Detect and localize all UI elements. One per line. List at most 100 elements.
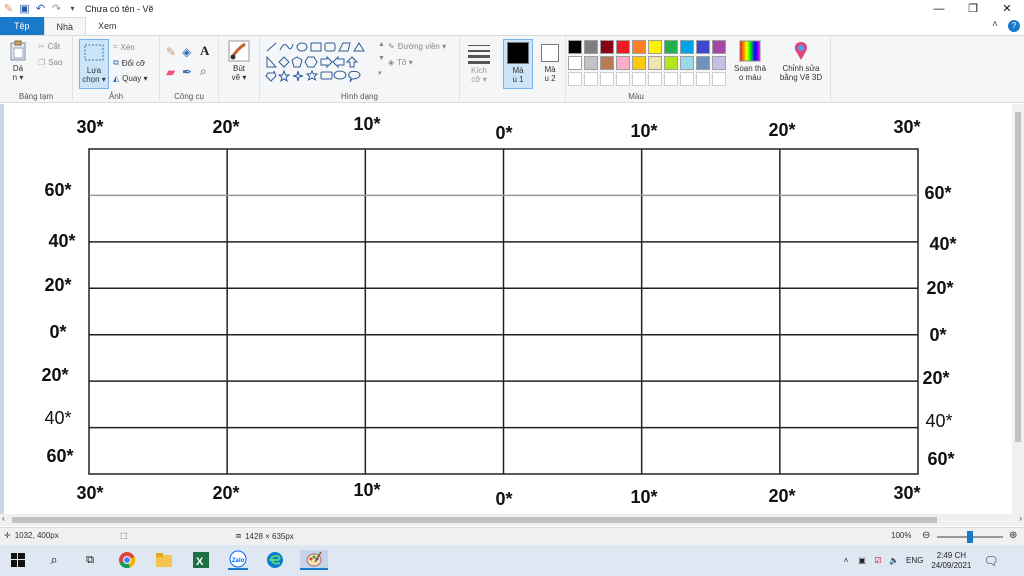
help-icon[interactable]: ? (1008, 20, 1020, 32)
paste-button[interactable]: Dá n ▾ (7, 40, 29, 82)
undo-icon[interactable]: ↶ (34, 3, 47, 15)
excel-icon[interactable]: X (191, 550, 211, 570)
palette-empty-swatch[interactable] (712, 72, 726, 86)
palette-color-swatch[interactable] (584, 40, 598, 54)
palette-empty-swatch[interactable] (696, 72, 710, 86)
select-button[interactable]: Lựa chọn ▾ (79, 39, 109, 89)
palette-empty-swatch[interactable] (632, 72, 646, 86)
maximize-button[interactable]: ❐ (956, 0, 990, 17)
shapes-scroll-up-icon[interactable]: ▲ (378, 41, 385, 48)
color2-swatch (541, 44, 559, 62)
color1-button[interactable]: Mà u 1 (503, 39, 533, 89)
size-button[interactable]: Kích cỡ ▾ (464, 42, 494, 84)
palette-empty-swatch[interactable] (568, 72, 582, 86)
close-button[interactable]: ✕ (990, 0, 1024, 17)
palette-color-swatch[interactable] (616, 56, 630, 70)
magnifier-icon[interactable]: ⌕ (200, 64, 207, 79)
shapes-gallery-icon[interactable] (264, 41, 376, 85)
copy-button[interactable]: ❐ Sao (38, 58, 62, 67)
pencil-icon[interactable]: ✎ (166, 45, 176, 59)
palette-color-swatch[interactable] (664, 56, 678, 70)
palette-empty-swatch[interactable] (680, 72, 694, 86)
palette-color-swatch[interactable] (680, 56, 694, 70)
clock[interactable]: 2:49 CH 24/09/2021 (931, 551, 971, 571)
scissors-icon: ✂ (38, 42, 45, 51)
shapes-scroll-down-icon[interactable]: ▼ (378, 55, 385, 62)
palette-empty-swatch[interactable] (648, 72, 662, 86)
edit-colors-button[interactable]: Soạn thả o màu (730, 40, 770, 82)
task-view-icon[interactable]: ⧉ (80, 550, 100, 570)
scroll-right-icon[interactable]: › (1019, 514, 1022, 523)
rotate-button[interactable]: ◭ Quay ▾ (113, 74, 148, 83)
palette-color-swatch[interactable] (696, 56, 710, 70)
palette-color-swatch[interactable] (648, 40, 662, 54)
chrome-icon[interactable] (117, 550, 137, 570)
redo-icon[interactable]: ↷ (50, 3, 63, 15)
network-icon[interactable]: ▣ (854, 556, 870, 565)
outline-button[interactable]: ✎ Đường viền ▾ (388, 42, 446, 51)
fill-bucket-icon[interactable]: ◈ (182, 45, 191, 59)
palette-empty-swatch[interactable] (664, 72, 678, 86)
palette-empty-swatch[interactable] (584, 72, 598, 86)
zoom-out-icon[interactable]: ⊖ (922, 530, 930, 541)
tab-home[interactable]: Nhà (43, 17, 87, 35)
show-hidden-icons-icon[interactable]: ˄ (838, 556, 854, 565)
collapse-ribbon-icon[interactable]: ˄ (992, 19, 998, 30)
palette-color-swatch[interactable] (712, 56, 726, 70)
antivirus-icon[interactable]: ☑ (870, 556, 886, 565)
palette-color-swatch[interactable] (568, 40, 582, 54)
palette-color-swatch[interactable] (632, 56, 646, 70)
palette-color-swatch[interactable] (648, 56, 662, 70)
zoom-slider[interactable] (937, 531, 1003, 543)
start-icon[interactable] (8, 550, 28, 570)
brushes-button[interactable]: Bút vẽ ▾ (225, 40, 253, 82)
tab-file[interactable]: Tệp (0, 17, 44, 35)
fill-button[interactable]: ◈ Tô ▾ (388, 58, 413, 67)
volume-icon[interactable]: 🔈 (886, 556, 902, 565)
vertical-scroll-thumb[interactable] (1015, 112, 1021, 442)
zoom-slider-thumb[interactable] (967, 531, 973, 543)
palette-color-swatch[interactable] (584, 56, 598, 70)
zoom-in-icon[interactable]: ⊕ (1009, 530, 1017, 541)
color-wheel-icon (739, 40, 761, 62)
horizontal-scrollbar[interactable]: ‹ › (0, 514, 1024, 526)
palette-color-swatch[interactable] (632, 40, 646, 54)
notifications-icon[interactable]: 🗨 (983, 554, 998, 568)
palette-color-swatch[interactable] (600, 56, 614, 70)
save-icon[interactable]: ▣ (18, 3, 31, 15)
palette-color-swatch[interactable] (616, 40, 630, 54)
edge-icon[interactable] (265, 550, 285, 570)
palette-color-swatch[interactable] (600, 40, 614, 54)
edit-paint3d-button[interactable]: Chỉnh sửa bằng Vẽ 3D (776, 40, 826, 82)
text-tool-icon[interactable]: A (200, 43, 209, 59)
paint-taskbar-icon[interactable] (300, 550, 328, 570)
vertical-scrollbar[interactable] (1012, 104, 1024, 514)
palette-color-swatch[interactable] (664, 40, 678, 54)
crop-button[interactable]: ⌗ Xén (113, 42, 135, 52)
resize-button[interactable]: ⧉ Đổi cỡ (113, 58, 145, 68)
input-language[interactable]: ENG (906, 556, 923, 565)
shapes-expand-icon[interactable]: ▾ (378, 69, 382, 77)
workspace: 30* 20* 10* 0* 10* 20* 30* 30* 20* 10* 0* 10* 20* 30*… (0, 104, 1012, 514)
drawing-canvas[interactable]: 30* 20* 10* 0* 10* 20* 30* 30* 20* 10* 0* 10* 20* 30*… (4, 104, 1012, 514)
eraser-icon[interactable]: ▰ (166, 65, 175, 79)
palette-color-swatch[interactable] (712, 40, 726, 54)
customize-qa-icon[interactable]: ▾ (66, 3, 79, 15)
minimize-button[interactable]: — (922, 0, 956, 17)
scroll-left-icon[interactable]: ‹ (2, 514, 5, 523)
palette-color-swatch[interactable] (680, 40, 694, 54)
edit-colors-label-2: o màu (738, 73, 762, 82)
palette-empty-swatch[interactable] (600, 72, 614, 86)
palette-color-swatch[interactable] (568, 56, 582, 70)
search-icon[interactable]: ⌕ (44, 550, 64, 570)
right-latitude-label: 40* (929, 234, 956, 254)
palette-empty-swatch[interactable] (616, 72, 630, 86)
file-explorer-icon[interactable] (154, 550, 174, 570)
palette-color-swatch[interactable] (696, 40, 710, 54)
horizontal-scroll-thumb[interactable] (12, 517, 937, 523)
color2-button[interactable]: Mà u 2 (537, 42, 563, 83)
color-picker-icon[interactable]: ✒ (182, 65, 192, 79)
tab-view[interactable]: Xem (86, 17, 129, 35)
zalo-icon[interactable]: Zalo (228, 550, 248, 570)
cut-button[interactable]: ✂ Cắt (38, 42, 60, 51)
